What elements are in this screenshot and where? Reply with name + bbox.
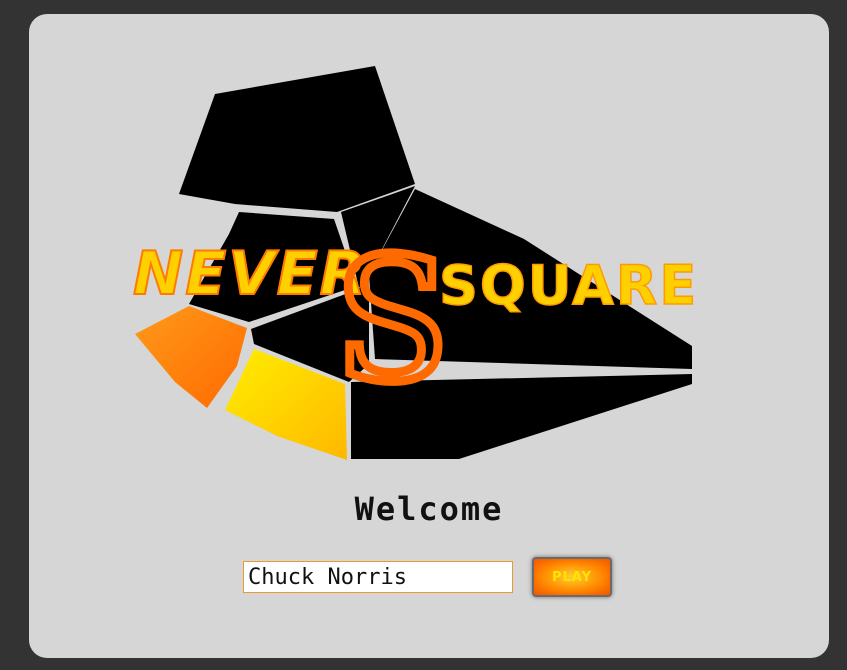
logo-text-big-s: S [334, 222, 450, 420]
logo-text-square: SQUARE [439, 254, 698, 317]
logo-shard-orange [135, 306, 247, 408]
logo-text-never: NEVER [133, 239, 368, 309]
main-panel: NEVER S SQUARE Welcome PLAY [29, 14, 829, 658]
player-name-input[interactable] [243, 561, 513, 593]
never-square-logo: NEVER S SQUARE [132, 66, 698, 460]
play-button[interactable]: PLAY [532, 557, 612, 597]
logo-shard-top [179, 66, 415, 212]
welcome-title: Welcome [354, 490, 504, 528]
